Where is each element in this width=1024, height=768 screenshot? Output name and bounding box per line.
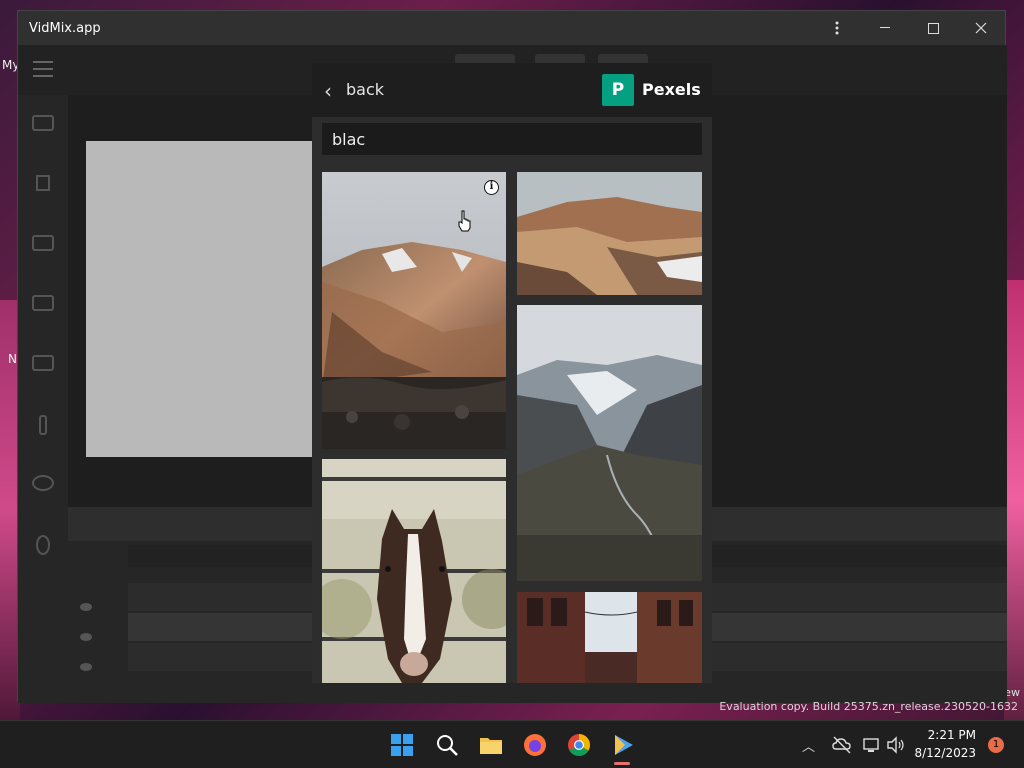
close-icon bbox=[975, 22, 987, 34]
folder-icon bbox=[32, 115, 54, 131]
hand-cursor-icon bbox=[458, 210, 471, 232]
maximize-button[interactable] bbox=[909, 11, 957, 45]
horse-photo bbox=[322, 459, 506, 683]
search-icon[interactable] bbox=[435, 733, 459, 757]
minimize-icon bbox=[880, 27, 890, 28]
modal-header: ‹ back P Pexels bbox=[312, 63, 712, 117]
photo-thumbnail[interactable] bbox=[322, 459, 506, 683]
windows-start-icon[interactable] bbox=[390, 733, 414, 757]
info-icon[interactable]: i bbox=[484, 180, 499, 195]
network-icon[interactable] bbox=[862, 735, 882, 755]
close-button[interactable] bbox=[957, 11, 1005, 45]
sidebar-item-photos[interactable] bbox=[18, 355, 68, 375]
title-bar: VidMix.app bbox=[18, 11, 1005, 45]
photo-thumbnail[interactable]: i bbox=[322, 172, 506, 449]
chevron-left-icon[interactable]: ‹ bbox=[324, 79, 332, 103]
back-button[interactable]: back bbox=[346, 80, 384, 99]
photo-thumbnail[interactable] bbox=[517, 592, 702, 683]
notification-badge[interactable]: 1 bbox=[988, 737, 1004, 753]
photo-thumbnail[interactable] bbox=[517, 305, 702, 581]
sidebar-item-open-file[interactable] bbox=[18, 115, 68, 135]
eye-icon[interactable] bbox=[80, 663, 92, 671]
onedrive-icon[interactable] bbox=[832, 735, 852, 755]
kebab-icon bbox=[835, 21, 839, 35]
file-explorer-icon[interactable] bbox=[479, 733, 503, 757]
alley-photo bbox=[517, 592, 702, 683]
photo-thumbnail[interactable] bbox=[517, 172, 702, 295]
minimize-button[interactable] bbox=[861, 11, 909, 45]
pexels-brand-name: Pexels bbox=[642, 80, 701, 99]
active-app-indicator bbox=[614, 762, 630, 765]
maximize-icon bbox=[927, 22, 939, 34]
volume-icon[interactable] bbox=[886, 735, 906, 755]
mountain-photo bbox=[322, 172, 506, 449]
pexels-logo: P bbox=[602, 74, 634, 106]
search-input[interactable] bbox=[322, 123, 702, 155]
chevron-up-icon[interactable]: ︿ bbox=[802, 736, 815, 755]
eye-icon[interactable] bbox=[80, 633, 92, 641]
taskbar: ︿ 2:21 PM 8/12/2023 1 bbox=[0, 720, 1024, 768]
clock-time[interactable]: 2:21 PM bbox=[928, 728, 976, 742]
window-title: VidMix.app bbox=[29, 20, 101, 36]
wallpaper-right bbox=[1004, 280, 1024, 720]
sidebar-item-videos[interactable] bbox=[18, 295, 68, 315]
sidebar-item-chroma[interactable] bbox=[18, 535, 68, 559]
canvas-preview[interactable] bbox=[86, 141, 316, 457]
menu-icon[interactable] bbox=[33, 61, 53, 77]
video-icon bbox=[32, 295, 54, 311]
chrome-icon[interactable] bbox=[567, 733, 591, 757]
sidebar-item-gif[interactable] bbox=[18, 235, 68, 255]
sidebar-item-brush[interactable] bbox=[18, 415, 68, 439]
tools-sidebar bbox=[18, 95, 68, 703]
valley-photo bbox=[517, 305, 702, 581]
gif-icon bbox=[32, 235, 54, 251]
eye-icon[interactable] bbox=[80, 603, 92, 611]
image-icon bbox=[32, 355, 54, 371]
mountain-photo bbox=[517, 172, 702, 295]
sidebar-item-shapes[interactable] bbox=[18, 475, 68, 495]
window-controls bbox=[813, 11, 1005, 45]
build-watermark: Evaluation copy. Build 25375.zn_release.… bbox=[719, 700, 1018, 713]
more-options-button[interactable] bbox=[813, 11, 861, 45]
shapes-icon bbox=[32, 475, 54, 491]
pexels-browser-modal: ‹ back P Pexels i bbox=[312, 63, 712, 683]
firefox-icon[interactable] bbox=[523, 733, 547, 757]
text-icon bbox=[36, 175, 50, 191]
chroma-icon bbox=[36, 535, 50, 555]
clock-date[interactable]: 8/12/2023 bbox=[914, 746, 976, 760]
sidebar-item-text[interactable] bbox=[18, 175, 68, 195]
vidmix-app-icon[interactable] bbox=[611, 733, 635, 757]
desktop-icon-label: N bbox=[8, 352, 17, 366]
brush-icon bbox=[39, 415, 47, 435]
